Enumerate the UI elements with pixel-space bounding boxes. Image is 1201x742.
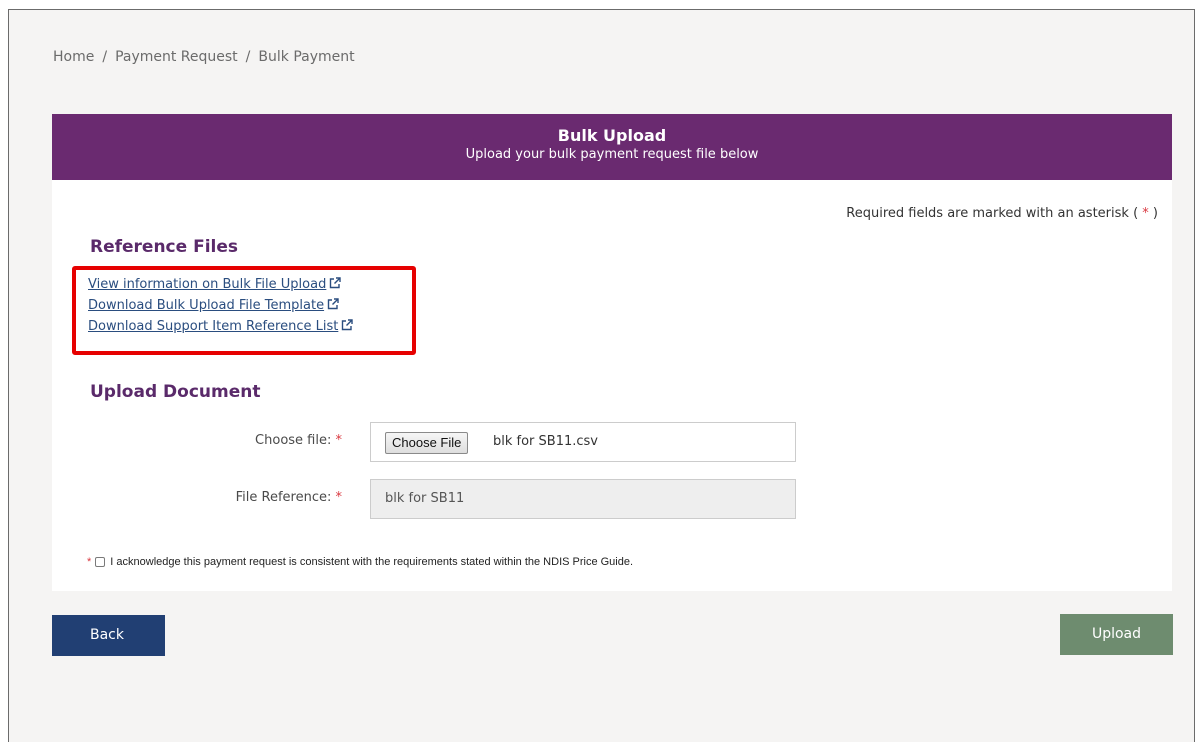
choose-file-row: Choose file: * Choose File blk for SB11.… [52,422,812,462]
choose-file-label: Choose file: * [255,433,342,448]
breadcrumb-payment-request[interactable]: Payment Request [115,49,238,65]
required-asterisk: * [335,490,343,505]
breadcrumb-home[interactable]: Home [53,49,94,65]
file-reference-input[interactable]: blk for SB11 [370,479,796,519]
acknowledgement: * I acknowledge this payment request is … [87,556,633,568]
label-text: Choose file: [255,433,332,448]
card-header: Bulk Upload Upload your bulk payment req… [52,114,1172,180]
file-reference-label: File Reference: * [236,490,342,505]
upload-document-title: Upload Document [90,382,261,402]
card-title: Bulk Upload [557,126,667,145]
required-asterisk: * [87,556,92,568]
page-frame: Home / Payment Request / Bulk Payment Bulk U… [8,9,1195,742]
card-subtitle: Upload your bulk payment request file be… [465,147,759,162]
acknowledgement-checkbox[interactable] [95,557,106,567]
breadcrumb-separator: / [245,49,251,65]
acknowledgement-text: I acknowledge this payment request is co… [110,556,634,568]
highlight-box [72,266,416,355]
choose-file-button[interactable]: Choose File [385,432,469,454]
breadcrumb-bulk-payment: Bulk Payment [258,49,355,65]
file-input[interactable]: Choose File blk for SB11.csv [370,422,796,462]
breadcrumb-separator: / [102,49,108,65]
bulk-upload-card: Bulk Upload Upload your bulk payment req… [52,114,1172,591]
reference-files-title: Reference Files [90,237,239,257]
back-button[interactable]: Back [52,615,165,656]
required-fields-note: Required fields are marked with an aster… [846,206,1158,221]
breadcrumb: Home / Payment Request / Bulk Payment [53,49,355,65]
required-note-text: Required fields are marked with an aster… [846,206,1139,221]
file-reference-row: File Reference: * blk for SB11 [52,479,812,519]
required-note-close: ) [1152,206,1158,221]
required-asterisk: * [1142,206,1149,221]
label-text: File Reference: [235,490,332,505]
required-asterisk: * [335,433,343,448]
upload-button[interactable]: Upload [1060,614,1173,655]
selected-file-name: blk for SB11.csv [493,434,598,449]
